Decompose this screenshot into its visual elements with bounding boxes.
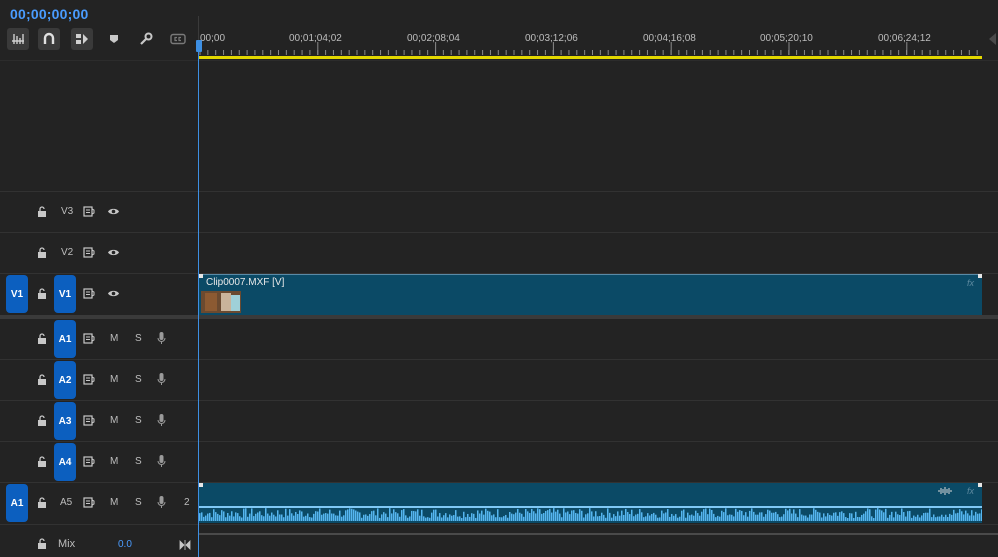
lock-icon[interactable] xyxy=(37,415,47,427)
microphone-icon[interactable] xyxy=(157,331,166,345)
toggle-sync-lock-icon[interactable] xyxy=(83,206,95,217)
ruler-tick-label: 00;00 xyxy=(200,33,226,44)
lock-icon[interactable] xyxy=(37,206,47,218)
solo-button[interactable]: S xyxy=(135,415,142,426)
track-label[interactable]: A5 xyxy=(60,497,72,508)
source-patch-v1[interactable]: V1 xyxy=(6,275,28,313)
mute-button[interactable]: M xyxy=(110,415,118,426)
track-a1: A1 M S xyxy=(0,319,998,359)
track-target-a4[interactable]: A4 xyxy=(54,443,76,481)
toggle-sync-lock-icon[interactable] xyxy=(83,288,95,299)
toggle-sync-lock-icon[interactable] xyxy=(83,497,95,508)
track-target-a1[interactable]: A1 xyxy=(54,320,76,358)
lock-icon[interactable] xyxy=(37,456,47,468)
audio-waveform xyxy=(199,506,982,521)
source-patch-a1[interactable]: A1 xyxy=(6,484,28,522)
channel-count: 2 xyxy=(184,497,190,508)
mute-button[interactable]: M xyxy=(110,374,118,385)
fx-badge[interactable]: fx xyxy=(967,278,974,288)
ruler-tick-label: 00;03;12;06 xyxy=(525,33,578,44)
ruler-tick-label: 00;05;20;10 xyxy=(760,33,813,44)
lock-icon[interactable] xyxy=(37,288,47,300)
mute-button[interactable]: M xyxy=(110,497,118,508)
track-label[interactable]: V3 xyxy=(61,206,73,217)
eye-icon[interactable] xyxy=(107,248,120,257)
ruler-scroll-arrow-icon[interactable] xyxy=(989,33,996,45)
eye-icon[interactable] xyxy=(107,207,120,216)
toggle-sync-lock-icon[interactable] xyxy=(83,415,95,426)
track-mix: Mix 0.0 xyxy=(0,533,998,557)
mute-button[interactable]: M xyxy=(110,333,118,344)
ruler-tick-label: 00;04;16;08 xyxy=(643,33,696,44)
track-target-v1[interactable]: V1 xyxy=(54,275,76,313)
solo-button[interactable]: S xyxy=(135,497,142,508)
mute-button[interactable]: M xyxy=(110,456,118,467)
add-marker-icon xyxy=(108,33,120,45)
lock-icon[interactable] xyxy=(37,538,47,550)
timecode-display[interactable]: 00;00;00;00 xyxy=(10,6,88,22)
track-a2: A2 M S xyxy=(0,360,998,400)
snap-button[interactable] xyxy=(38,28,60,50)
toggle-sync-lock-icon[interactable] xyxy=(83,247,95,258)
captions-button[interactable] xyxy=(167,28,189,50)
ruler-tick-label: 00;01;04;02 xyxy=(289,33,342,44)
snap-icon xyxy=(42,32,56,46)
microphone-icon[interactable] xyxy=(157,413,166,427)
nest-sequence-icon xyxy=(11,32,25,46)
eye-icon[interactable] xyxy=(107,289,120,298)
lock-icon[interactable] xyxy=(37,497,47,509)
solo-button[interactable]: S xyxy=(135,456,142,467)
work-area-bar[interactable] xyxy=(199,56,982,59)
ruler-tick-label: 00;02;08;04 xyxy=(407,33,460,44)
track-v2: V2 xyxy=(0,233,998,273)
captions-icon xyxy=(170,33,186,45)
audio-clip[interactable]: fx xyxy=(199,483,982,523)
solo-button[interactable]: S xyxy=(135,333,142,344)
linked-selection-button[interactable] xyxy=(71,28,93,50)
lock-icon[interactable] xyxy=(37,247,47,259)
track-a3: A3 M S xyxy=(0,401,998,441)
microphone-icon[interactable] xyxy=(157,454,166,468)
timeline-settings-button[interactable] xyxy=(135,28,157,50)
solo-button[interactable]: S xyxy=(135,374,142,385)
lock-icon[interactable] xyxy=(37,333,47,345)
clip-thumbnail xyxy=(201,291,241,313)
track-v3: V3 xyxy=(0,192,998,232)
toggle-sync-lock-icon[interactable] xyxy=(83,333,95,344)
lock-icon[interactable] xyxy=(37,374,47,386)
track-target-a3[interactable]: A3 xyxy=(54,402,76,440)
toggle-sync-lock-icon[interactable] xyxy=(83,374,95,385)
mix-label: Mix xyxy=(58,538,76,550)
audio-waveform-icon xyxy=(938,486,952,496)
ruler-tick-label: 00;06;24;12 xyxy=(878,33,931,44)
linked-selection-icon xyxy=(75,32,89,46)
nest-sequence-button[interactable] xyxy=(7,28,29,50)
go-to-edit-point-icon[interactable] xyxy=(179,540,191,550)
clip-name: Clip0007.MXF [V] xyxy=(206,277,285,288)
playhead-handle[interactable] xyxy=(196,40,202,52)
toggle-sync-lock-icon[interactable] xyxy=(83,456,95,467)
track-target-a2[interactable]: A2 xyxy=(54,361,76,399)
microphone-icon[interactable] xyxy=(157,372,166,386)
mix-volume-value[interactable]: 0.0 xyxy=(118,539,132,550)
track-a4: A4 M S xyxy=(0,442,998,482)
add-marker-button[interactable] xyxy=(103,28,125,50)
microphone-icon[interactable] xyxy=(157,495,166,509)
playhead[interactable] xyxy=(198,40,199,557)
wrench-icon xyxy=(139,32,153,46)
video-clip[interactable]: Clip0007.MXF [V] fx xyxy=(199,274,982,315)
fx-badge[interactable]: fx xyxy=(967,486,974,496)
track-label[interactable]: V2 xyxy=(61,247,73,258)
